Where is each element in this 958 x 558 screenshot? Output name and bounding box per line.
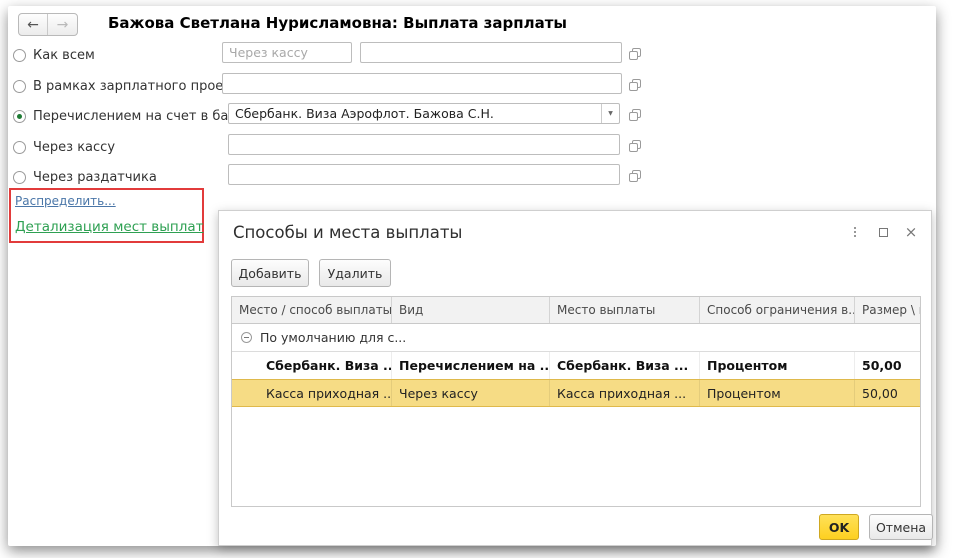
- option-label: Через кассу: [33, 140, 115, 155]
- nav-forward-button[interactable]: →: [48, 14, 77, 35]
- table-header: Место / способ выплаты Вид Место выплаты…: [232, 297, 920, 324]
- option-label: В рамках зарплатного проекта: [33, 79, 247, 94]
- table-cell[interactable]: Касса приходная ...: [232, 380, 392, 406]
- radio-icon-selected[interactable]: [13, 110, 26, 123]
- column-header-place-method[interactable]: Место / способ выплаты: [232, 297, 392, 323]
- table-cell[interactable]: 50,00: [855, 380, 920, 406]
- cancel-button[interactable]: Отмена: [869, 514, 933, 540]
- option-distributor[interactable]: Через раздатчика: [13, 168, 157, 186]
- maximize-icon: [879, 228, 888, 237]
- table-cell[interactable]: Через кассу: [392, 380, 550, 406]
- back-arrow-icon: ←: [27, 17, 39, 33]
- more-menu-button[interactable]: [847, 224, 863, 240]
- distribute-link[interactable]: Распределить...: [15, 194, 116, 208]
- table-cell[interactable]: Касса приходная ...: [550, 380, 700, 406]
- cash-desk-input[interactable]: [228, 134, 620, 155]
- open-picker-icon[interactable]: [628, 107, 642, 121]
- group-row-label: По умолчанию для с...: [260, 330, 406, 345]
- column-header-limit-method[interactable]: Способ ограничения в...: [700, 297, 855, 323]
- nav-button-group: ← →: [18, 13, 78, 36]
- open-picker-icon[interactable]: [628, 168, 642, 182]
- radio-icon[interactable]: [13, 80, 26, 93]
- table-cell[interactable]: Процентом: [700, 380, 855, 406]
- all-place-input[interactable]: [360, 42, 622, 63]
- payout-table: Место / способ выплаты Вид Место выплаты…: [231, 296, 921, 507]
- open-picker-icon[interactable]: [628, 46, 642, 60]
- app-window: ← → Бажова Светлана Нурисламовна: Выплат…: [8, 6, 936, 546]
- option-label: Через раздатчика: [33, 170, 157, 185]
- nav-back-button[interactable]: ←: [19, 14, 48, 35]
- collapse-icon[interactable]: [241, 332, 252, 343]
- radio-icon[interactable]: [13, 141, 26, 154]
- bank-account-value: Сбербанк. Виза Аэрофлот. Бажова С.Н.: [229, 106, 601, 121]
- dropdown-button[interactable]: ▼: [601, 104, 619, 123]
- dialog-title: Способы и места выплаты: [233, 223, 462, 242]
- table-cell[interactable]: Сбербанк. Виза ...: [550, 352, 700, 379]
- page-title: Бажова Светлана Нурисламовна: Выплата за…: [108, 14, 567, 32]
- more-icon: [854, 227, 856, 237]
- column-header-size[interactable]: Размер \ пр...: [855, 297, 920, 323]
- table-row[interactable]: Сбербанк. Виза ... Перечислением на ... …: [232, 352, 920, 379]
- option-label: Как всем: [33, 48, 95, 63]
- column-header-kind[interactable]: Вид: [392, 297, 550, 323]
- option-bank-account[interactable]: Перечислением на счет в банке: [13, 107, 253, 125]
- radio-icon[interactable]: [13, 171, 26, 184]
- table-cell[interactable]: Сбербанк. Виза ...: [232, 352, 392, 379]
- option-salary-project[interactable]: В рамках зарплатного проекта: [13, 77, 247, 95]
- add-button[interactable]: Добавить: [231, 259, 309, 287]
- ok-button[interactable]: OK: [819, 514, 859, 540]
- delete-button[interactable]: Удалить: [319, 259, 391, 287]
- close-button[interactable]: ×: [903, 224, 919, 240]
- salary-project-input[interactable]: [222, 73, 622, 94]
- table-cell[interactable]: 50,00: [855, 352, 920, 379]
- chevron-down-icon: ▼: [608, 110, 613, 117]
- distributor-input[interactable]: [228, 164, 620, 185]
- group-row[interactable]: По умолчанию для с...: [232, 324, 920, 352]
- forward-arrow-icon: →: [57, 17, 69, 33]
- maximize-button[interactable]: [875, 224, 891, 240]
- detail-places-link[interactable]: Детализация мест выплат: [15, 219, 204, 235]
- payout-methods-dialog: Способы и места выплаты × Добавить Удали…: [218, 210, 932, 546]
- all-method-input[interactable]: [222, 42, 352, 63]
- table-cell[interactable]: Процентом: [700, 352, 855, 379]
- option-all-employees[interactable]: Как всем: [13, 46, 95, 64]
- table-cell[interactable]: Перечислением на ...: [392, 352, 550, 379]
- table-row-selected[interactable]: Касса приходная ... Через кассу Касса пр…: [232, 379, 920, 407]
- open-picker-icon[interactable]: [628, 138, 642, 152]
- column-header-place[interactable]: Место выплаты: [550, 297, 700, 323]
- option-cash-desk[interactable]: Через кассу: [13, 138, 115, 156]
- option-label: Перечислением на счет в банке: [33, 109, 253, 124]
- open-picker-icon[interactable]: [628, 77, 642, 91]
- bank-account-combobox[interactable]: Сбербанк. Виза Аэрофлот. Бажова С.Н. ▼: [228, 103, 620, 124]
- close-icon: ×: [905, 223, 918, 241]
- radio-icon[interactable]: [13, 49, 26, 62]
